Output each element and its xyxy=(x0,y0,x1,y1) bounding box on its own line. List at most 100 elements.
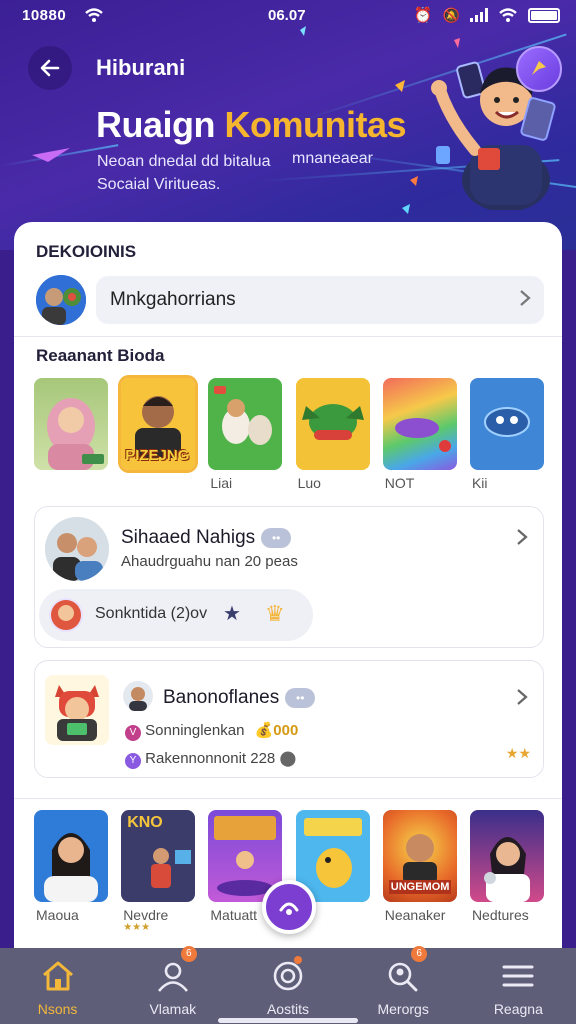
thumb-image-girl xyxy=(34,810,108,902)
divider xyxy=(14,336,562,337)
status-bar: 10880 06.07 ⏰ 🔕 xyxy=(0,0,576,34)
hero-subtitle-extra: mnaneaear xyxy=(292,150,373,167)
battery-icon xyxy=(528,7,560,23)
profile-avatar-button[interactable] xyxy=(516,46,562,92)
status-clock: 06.07 xyxy=(268,7,306,24)
thumb-image-man-burst: UNGEMOM xyxy=(382,810,457,902)
thumb-caption: Luo xyxy=(297,475,321,491)
hero-heading-part2: Komunitas xyxy=(224,104,407,145)
nav-label: Nsons xyxy=(37,1001,78,1017)
tag-icon: Y xyxy=(125,753,141,769)
nav-item-profile[interactable]: 6 Vlamak xyxy=(123,946,223,1017)
thumb-caption xyxy=(121,475,195,493)
chevron-right-icon[interactable] xyxy=(515,687,529,707)
thumb-item[interactable]: KNO Nevdre ★★★ xyxy=(121,810,196,933)
avatar-image xyxy=(36,275,86,325)
card-line: Y Rakennonnonit 228 ⬤ xyxy=(125,749,296,769)
arrow-left-icon xyxy=(40,59,60,77)
wifi-icon xyxy=(499,8,517,22)
thumb-item[interactable]: Nedtures xyxy=(469,810,544,925)
create-button[interactable] xyxy=(262,880,316,934)
page-title: Hiburani xyxy=(96,55,186,80)
rating-icon: ★★★ xyxy=(123,922,151,933)
thumb-item[interactable] xyxy=(34,378,108,493)
hero-heading-part1: Ruaign xyxy=(96,104,216,145)
card-line: V Sonninglenkan 💰000 xyxy=(125,721,298,741)
thumb-item[interactable]: Maoua xyxy=(34,810,108,925)
mute-icon: 🔕 xyxy=(442,6,460,23)
wifi-icon xyxy=(85,8,103,22)
thumb-image-cows xyxy=(208,378,283,470)
main-sheet: DEKOIOINIS Mnkgahorrians Reaanant Bioda xyxy=(14,222,562,962)
nav-item-activity[interactable]: Aostits xyxy=(238,948,338,1017)
card-title: Sihaaed Nahigs •• xyxy=(121,527,292,549)
thumb-caption: Liai xyxy=(210,475,233,491)
thumb-image-creature xyxy=(295,378,370,470)
nav-item-menu[interactable]: Reagna xyxy=(468,948,568,1017)
tag-icon: V xyxy=(125,725,141,741)
thumb-item[interactable]: NOT xyxy=(382,378,457,493)
thumb-caption: Kii xyxy=(471,475,488,491)
stars-icon: ★★ xyxy=(505,745,531,761)
recent-title: Reaanant Bioda xyxy=(36,346,165,365)
member-pill-text: Sonkntida (2)ov xyxy=(95,605,208,622)
card-line-text: Sonninglenkan xyxy=(145,722,245,739)
thumb-item[interactable]: UNGEMOM Neanaker xyxy=(382,810,457,925)
hero-subtitle-line2: Socaial Viritueas. xyxy=(97,176,221,193)
notification-badge: 6 xyxy=(411,946,428,962)
nav-item-search[interactable]: 6 Merorgs xyxy=(353,946,453,1017)
thumb-caption xyxy=(34,475,108,493)
thumb-image-woman xyxy=(34,378,108,470)
target-icon xyxy=(273,961,303,991)
community-card[interactable]: Banonoflanes •• V Sonninglenkan 💰000 Y Ra… xyxy=(34,660,544,778)
nav-item-home[interactable]: Nsons xyxy=(8,948,108,1017)
card-badge: •• xyxy=(285,687,316,708)
thumb-overlay-text: PIZEJNG xyxy=(125,447,190,464)
controller-icon xyxy=(279,902,299,915)
profile-row[interactable]: Mnkgahorrians xyxy=(34,274,544,326)
chevron-right-icon[interactable] xyxy=(515,527,529,547)
thumb-caption-text: Nevdre xyxy=(123,907,169,923)
member-pill[interactable]: Sonkntida (2)ov ★ ♛ xyxy=(39,589,313,641)
back-button[interactable] xyxy=(28,46,72,90)
card-badge: •• xyxy=(261,527,292,548)
thumb-row-1: PIZEJNG Liai Luo NOT Kii xyxy=(34,375,544,493)
thumb-image-robot xyxy=(469,378,544,470)
status-time: 10880 xyxy=(22,7,67,24)
card-subtitle: Ahaudrguahu nan 20 peas xyxy=(121,553,298,570)
home-icon xyxy=(42,961,73,991)
thumb-item[interactable]: PIZEJNG xyxy=(118,375,199,493)
thumb-caption: Maoua xyxy=(36,907,79,923)
chevron-right-icon xyxy=(520,290,531,306)
mascot-avatar xyxy=(45,675,109,745)
crown-icon: ♛ xyxy=(265,601,285,626)
hero-heading: Ruaign Komunitas xyxy=(96,104,407,146)
nav-label: Vlamak xyxy=(149,1001,197,1017)
community-card[interactable]: Sihaaed Nahigs •• Ahaudrguahu nan 20 peas… xyxy=(34,506,544,648)
brand-icon xyxy=(532,61,546,75)
thumb-image-room: KNO xyxy=(121,810,196,902)
divider xyxy=(14,798,562,799)
thumb-item[interactable]: Liai xyxy=(208,378,283,493)
avatar xyxy=(45,517,109,581)
section-title: DEKOIOINIS xyxy=(36,242,137,261)
thumb-overlay-text: UNGEMOM xyxy=(388,880,452,894)
thumb-image-man-game: PIZEJNG xyxy=(118,375,199,473)
bottom-nav: Nsons 6 Vlamak Aostits 6 Merorgs Reagna xyxy=(0,946,576,1024)
profile-pill[interactable]: Mnkgahorrians xyxy=(96,276,544,324)
star-icon: ★ xyxy=(223,603,241,625)
nav-label: Merorgs xyxy=(377,1001,429,1017)
notification-badge: 6 xyxy=(180,946,197,962)
nav-label: Reagna xyxy=(493,1001,543,1017)
coins-value: 💰000 xyxy=(254,722,299,739)
card-title-text: Banonoflanes xyxy=(163,687,280,708)
card-title: Banonoflanes •• xyxy=(163,687,316,709)
home-indicator xyxy=(218,1018,358,1023)
avatar xyxy=(36,275,86,325)
thumb-item[interactable]: Kii xyxy=(469,378,544,493)
thumb-caption: Neanaker xyxy=(384,907,446,923)
thumb-caption: Nedtures xyxy=(471,907,529,923)
thumb-item[interactable]: Luo xyxy=(295,378,370,493)
alarm-icon: ⏰ xyxy=(413,7,433,24)
thumb-caption: NOT xyxy=(384,475,415,491)
